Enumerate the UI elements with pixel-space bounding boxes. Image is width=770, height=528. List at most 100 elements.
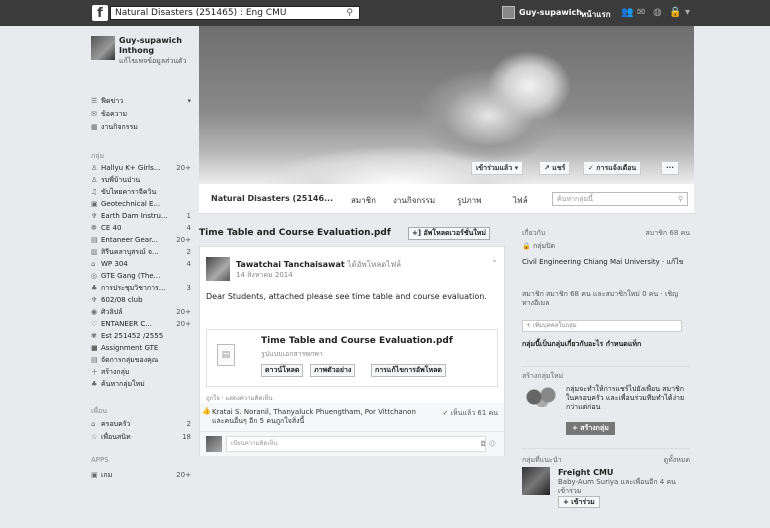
settings-menu-icon[interactable]: ▾ bbox=[685, 7, 690, 18]
upload-revisions-button[interactable]: การแก้ไขการอัพโหลด bbox=[371, 364, 446, 377]
sidebar-item-group[interactable]: ♫ ขับไทยคาราจีควิน bbox=[91, 187, 195, 198]
camera-icon[interactable]: ◘ bbox=[480, 440, 486, 448]
join-group-button[interactable]: + เข้าร่วม bbox=[558, 496, 600, 508]
sidebar-item-games[interactable]: ▣ เกม 20+ bbox=[91, 470, 195, 481]
suggested-groups-title: กลุ่มที่แนะนำ bbox=[522, 456, 562, 464]
sidebar-item-label: การประชุมวิชาการ... bbox=[101, 284, 166, 292]
sidebar-item-group[interactable]: ■ Assignment GTE bbox=[91, 343, 195, 354]
download-button[interactable]: ดาวน์โหลด bbox=[261, 364, 304, 377]
tab-members[interactable]: สมาชิก bbox=[351, 194, 376, 207]
more-button[interactable]: ··· bbox=[661, 161, 679, 175]
profile-picture[interactable] bbox=[91, 36, 115, 60]
sidebar-item-count: 2 bbox=[186, 420, 191, 428]
friend-requests-icon[interactable]: 👥 bbox=[621, 7, 633, 18]
upload-new-version-button[interactable]: +] อัพโหลดเวอร์ชั่นใหม่ bbox=[408, 227, 490, 240]
sidebar-item-count: 20+ bbox=[176, 164, 191, 172]
sidebar-item-group[interactable]: ♆ 602/08 club bbox=[91, 295, 195, 306]
file-type: รูปแบบเอกสารพกพา bbox=[261, 350, 323, 358]
sidebar-item-label: Geotechnical E... bbox=[101, 200, 161, 208]
sidebar-item-group[interactable]: ◉ ศิวลิปล์ 20+ bbox=[91, 307, 195, 318]
tab-photos[interactable]: รูปภาพ bbox=[457, 194, 481, 207]
search-input[interactable]: Natural Disasters (251465) : Eng CMU ⚲ bbox=[110, 6, 360, 20]
sidebar-item-group[interactable]: ⌂ WP 304 4 bbox=[91, 259, 195, 270]
comment-input[interactable]: เขียนความคิดเห็น bbox=[226, 436, 486, 452]
sidebar-item-label: งานกิจกรรม bbox=[101, 123, 138, 131]
see-all-link[interactable]: ดูทั้งหมด bbox=[664, 455, 690, 466]
friends-section-title: เพื่อน bbox=[91, 407, 107, 415]
sidebar-item-close-friends[interactable]: ☆ เพื่อนสนิท 18 bbox=[91, 432, 195, 443]
group-icon: ◉ bbox=[91, 308, 98, 316]
sidebar-item-group[interactable]: ✾ Est 251452 /2555 bbox=[91, 331, 195, 342]
messages-icon: ✉ bbox=[91, 110, 97, 118]
divider bbox=[522, 448, 690, 449]
profile-name[interactable]: Guy-supawich Inthong bbox=[119, 36, 199, 56]
more-options-icon[interactable]: ▾ bbox=[187, 96, 191, 107]
groups-section-title: กลุ่ม bbox=[91, 152, 105, 160]
post-timestamp[interactable]: 14 สิงหาคม 2014 bbox=[236, 270, 293, 281]
emoji-icon[interactable]: ☺ bbox=[489, 440, 496, 448]
sidebar-item-group[interactable]: ♣ การประชุมวิชาการ... 3 bbox=[91, 283, 195, 294]
suggested-group-name[interactable]: Freight CMU bbox=[558, 468, 688, 477]
sidebar-item-group[interactable]: ♡ ENTANEER C... 20+ bbox=[91, 319, 195, 330]
sidebar-item-group[interactable]: ♙ รบพี่บ้านป่าน bbox=[91, 175, 195, 186]
facebook-logo-icon[interactable]: f bbox=[92, 5, 108, 21]
profile-link[interactable]: Guy-supawich bbox=[519, 8, 582, 17]
sidebar-item-group[interactable]: ▤ Entaneer Gear... 20+ bbox=[91, 235, 195, 246]
sidebar-item-family[interactable]: ⌂ ครอบครัว 2 bbox=[91, 419, 195, 430]
sidebar-item-find-groups[interactable]: ♣ ค้นหากลุ่มใหม่ bbox=[91, 379, 195, 390]
privacy-icon[interactable]: 🔒 bbox=[669, 7, 681, 18]
likes-bar: 👍 Kratai S. Noranil, Thanyaluck Phuength… bbox=[200, 403, 504, 431]
group-search-input[interactable]: ค้นหากลุ่มนี้ ⚲ bbox=[552, 192, 688, 206]
avatar[interactable] bbox=[206, 257, 230, 281]
messages-icon[interactable]: ✉ bbox=[637, 7, 645, 18]
create-group-button[interactable]: + สร้างกลุ่ม bbox=[566, 422, 615, 435]
search-icon[interactable]: ⚲ bbox=[678, 193, 683, 205]
events-icon: ▦ bbox=[91, 123, 98, 131]
search-input-value: Natural Disasters (251465) : Eng CMU bbox=[115, 8, 287, 18]
news-feed-icon: ☰ bbox=[91, 97, 98, 105]
sidebar-item-label: ค้นหากลุ่มใหม่ bbox=[101, 380, 145, 388]
search-icon[interactable]: ⚲ bbox=[346, 7, 353, 19]
sidebar-item-events[interactable]: ▦ งานกิจกรรม bbox=[91, 122, 195, 133]
sidebar-item-group[interactable]: ▥ สิรีนคลาบุสรณ์ จ... 2 bbox=[91, 247, 195, 258]
chevron-down-icon[interactable]: ⌄ bbox=[491, 255, 498, 264]
members-count-link[interactable]: สมาชิก 68 คน bbox=[645, 228, 690, 239]
edit-profile-link[interactable]: แก้ไขเพจข้อมูลส่วนตัว bbox=[119, 57, 189, 66]
seen-count[interactable]: ✓ เห็นแล้ว 61 คน bbox=[443, 408, 498, 419]
sidebar-item-group[interactable]: ▣ Geotechnical E... bbox=[91, 199, 195, 210]
sidebar-item-news-feed[interactable]: ☰ ฟีดข่าว ▾ bbox=[91, 96, 195, 107]
notifications-icon[interactable]: ◍ bbox=[653, 7, 662, 18]
page-title: Time Table and Course Evaluation.pdf bbox=[199, 228, 391, 238]
sidebar-item-create-group[interactable]: ＋สร้างกลุ่ม bbox=[91, 367, 195, 378]
file-name[interactable]: Time Table and Course Evaluation.pdf bbox=[261, 336, 453, 346]
group-about-prompt[interactable]: กลุ่มนี้เป็นกลุ่มเกี่ยวกับอะไร กำหนดแท็ก bbox=[522, 340, 690, 349]
sidebar-item-group[interactable]: ♙ Hallyu K+ Girls... 20+ bbox=[91, 163, 195, 174]
post-author-name[interactable]: Tawatchai Tanchaisawat bbox=[236, 260, 345, 269]
suggested-group-photo[interactable] bbox=[522, 467, 550, 495]
group-name-link[interactable]: Natural Disasters (25146... bbox=[211, 194, 333, 203]
tab-files[interactable]: ไฟล์ bbox=[513, 194, 528, 207]
sidebar-item-messages[interactable]: ✉ ข้อความ bbox=[91, 109, 195, 120]
home-link[interactable]: หน้าแรก bbox=[581, 8, 611, 21]
group-icon: ✾ bbox=[91, 332, 97, 340]
sidebar-item-group[interactable]: ♆ Earth Dam Instru... 1 bbox=[91, 211, 195, 222]
sidebar-item-count: 4 bbox=[186, 224, 191, 232]
notifications-button[interactable]: ✓ การแจ้งเตือน bbox=[583, 161, 642, 175]
sidebar-item-label: สิรีนคลาบุสรณ์ จ... bbox=[101, 248, 159, 256]
tab-events[interactable]: งานกิจกรรม bbox=[393, 194, 435, 207]
sidebar-item-manage-groups[interactable]: ▤ จัดการกลุ่มของคุณ bbox=[91, 355, 195, 366]
add-member-input[interactable]: + เพิ่มบุคคลในกลุ่ม bbox=[522, 320, 682, 332]
sidebar-item-count: 4 bbox=[186, 260, 191, 268]
family-icon: ⌂ bbox=[91, 420, 96, 428]
joined-button[interactable]: เข้าร่วมแล้ว ▾ bbox=[471, 161, 524, 175]
sidebar-item-group[interactable]: ❁ CE 40 4 bbox=[91, 223, 195, 234]
avatar[interactable] bbox=[502, 6, 515, 19]
preview-button[interactable]: ภาพตัวอย่าง bbox=[310, 364, 356, 377]
likes-summary[interactable]: Kratai S. Noranil, Thanyaluck Phuengtham… bbox=[212, 408, 422, 426]
cover-photo: เข้าร่วมแล้ว ▾ ↗ แชร์ ✓ การแจ้งเตือน ··· bbox=[199, 26, 694, 184]
sidebar-item-group[interactable]: ◎ GTE Gang (The... bbox=[91, 271, 195, 282]
group-description: Civil Engineering Chiang Mai University … bbox=[522, 258, 684, 266]
like-comment-links[interactable]: ถูกใจ · แสดงความคิดเห็น bbox=[206, 393, 273, 403]
close-friends-icon: ☆ bbox=[91, 433, 98, 441]
share-button[interactable]: ↗ แชร์ bbox=[539, 161, 571, 175]
